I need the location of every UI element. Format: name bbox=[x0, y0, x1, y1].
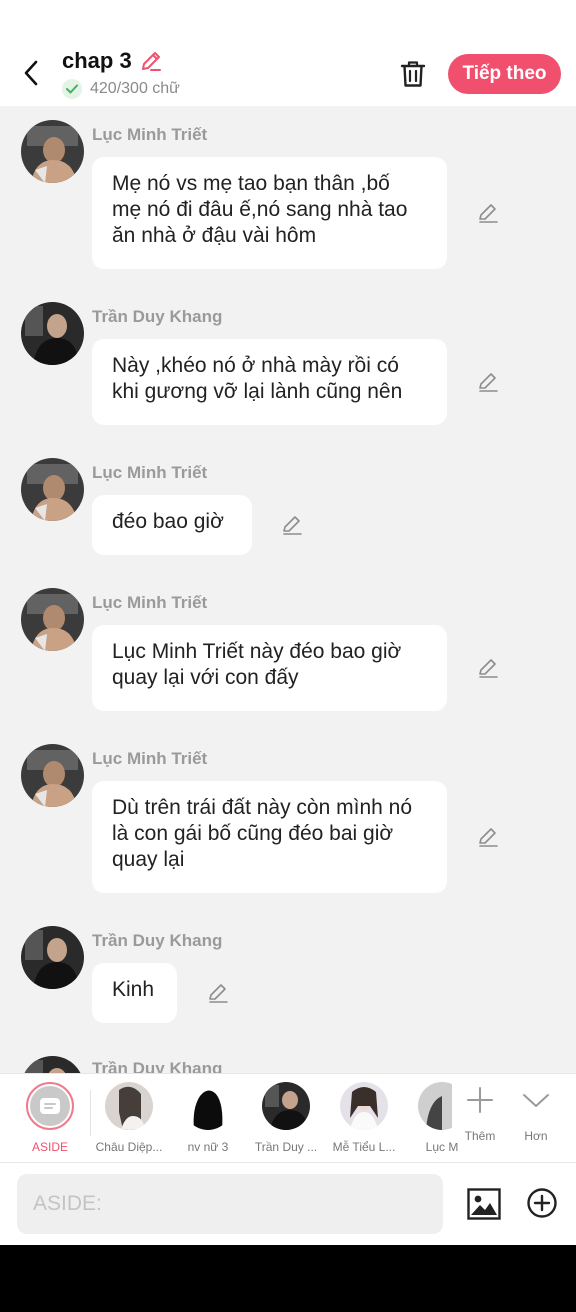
message-bubble[interactable]: Lục Minh Triết này đéo bao giờ quay lại … bbox=[92, 625, 447, 711]
chevron-left-icon bbox=[24, 60, 38, 86]
character-item[interactable]: Trần Duy ... bbox=[248, 1082, 324, 1154]
edit-message-button[interactable] bbox=[475, 655, 501, 681]
character-label: Châu Diệp... bbox=[95, 1140, 163, 1154]
speaker-name: Lục Minh Triết bbox=[92, 463, 208, 482]
speaker-name: Trần Duy Khang bbox=[92, 307, 223, 326]
character-item[interactable]: Mễ Tiểu L... bbox=[326, 1082, 402, 1154]
edit-title-button[interactable] bbox=[138, 48, 164, 74]
chapter-title-group: chap 3 bbox=[62, 48, 164, 74]
avatar[interactable] bbox=[21, 458, 84, 521]
composer bbox=[0, 1163, 576, 1245]
speaker-name: Lục Minh Triết bbox=[92, 125, 208, 144]
chevron-down-icon bbox=[523, 1094, 549, 1107]
system-nav-area bbox=[0, 1245, 576, 1312]
pencil-icon bbox=[209, 984, 228, 1003]
message-input[interactable] bbox=[17, 1174, 443, 1234]
message-bubble[interactable]: Này ,khéo nó ở nhà mày rồi có khi gương … bbox=[92, 339, 447, 425]
speaker-name: Lục Minh Triết bbox=[92, 593, 208, 612]
back-button[interactable] bbox=[16, 56, 46, 90]
add-character-button[interactable]: Thêm bbox=[452, 1084, 508, 1143]
delete-button[interactable] bbox=[396, 56, 430, 92]
top-bar: chap 3 420/300 chữ Tiếp theo bbox=[0, 0, 576, 106]
edit-message-button[interactable] bbox=[475, 369, 501, 395]
pencil-icon bbox=[479, 659, 498, 678]
aside-avatar bbox=[26, 1082, 74, 1130]
avatar bbox=[340, 1082, 388, 1130]
pencil-icon bbox=[479, 373, 498, 392]
avatar bbox=[262, 1082, 310, 1130]
more-label: Thêm bbox=[464, 1129, 496, 1143]
chapter-title: chap 3 bbox=[62, 48, 132, 73]
word-count: 420/300 chữ bbox=[90, 80, 180, 97]
pencil-icon bbox=[479, 204, 498, 223]
avatar bbox=[105, 1082, 153, 1130]
character-item[interactable]: nv nữ 3 bbox=[170, 1082, 246, 1154]
insert-image-button[interactable] bbox=[465, 1185, 503, 1223]
character-label: Mễ Tiểu L... bbox=[332, 1140, 396, 1154]
message-bubble[interactable]: đéo bao giờ bbox=[92, 495, 252, 555]
pencil-icon bbox=[283, 516, 302, 535]
collapse-label: Hơn bbox=[524, 1129, 548, 1143]
character-bar: ASIDE Châu Diệp... nv nữ 3 Trần Duy ... … bbox=[0, 1073, 576, 1163]
message-item: Trần Duy Khang bbox=[0, 1056, 576, 1073]
message-bubble[interactable]: Kinh bbox=[92, 963, 177, 1023]
speaker-name: Lục Minh Triết bbox=[92, 749, 208, 768]
speaker-name: Trần Duy Khang bbox=[92, 931, 223, 950]
pencil-icon bbox=[141, 52, 161, 71]
character-label: Trần Duy ... bbox=[254, 1140, 318, 1154]
message-bubble[interactable]: Mẹ nó vs mẹ tao bạn thân ,bố mẹ nó đi đâ… bbox=[92, 157, 447, 269]
character-item[interactable]: Châu Diệp... bbox=[91, 1082, 167, 1154]
avatar[interactable] bbox=[21, 120, 84, 183]
edit-message-button[interactable] bbox=[205, 980, 231, 1006]
edit-message-button[interactable] bbox=[279, 512, 305, 538]
word-count-row: 420/300 chữ bbox=[62, 79, 180, 99]
character-label: ASIDE bbox=[31, 1140, 68, 1154]
pencil-icon bbox=[479, 828, 498, 847]
edit-message-button[interactable] bbox=[475, 200, 501, 226]
plus-circle-icon bbox=[527, 1188, 557, 1218]
avatar[interactable] bbox=[21, 302, 84, 365]
avatar[interactable] bbox=[21, 1056, 84, 1073]
avatar[interactable] bbox=[21, 588, 84, 651]
image-icon bbox=[467, 1188, 501, 1220]
character-label: nv nữ 3 bbox=[187, 1140, 229, 1154]
plus-icon bbox=[467, 1087, 493, 1113]
expand-button[interactable]: Hơn bbox=[508, 1084, 564, 1143]
avatar[interactable] bbox=[21, 926, 84, 989]
check-icon bbox=[62, 79, 82, 99]
trash-icon bbox=[400, 61, 426, 87]
speaker-name: Trần Duy Khang bbox=[92, 1059, 223, 1073]
message-bubble[interactable]: Dù trên trái đất này còn mình nó là con … bbox=[92, 781, 447, 893]
add-button[interactable] bbox=[524, 1185, 560, 1221]
avatar[interactable] bbox=[21, 744, 84, 807]
edit-message-button[interactable] bbox=[475, 824, 501, 850]
message-square-icon bbox=[40, 1098, 60, 1114]
next-chapter-button[interactable]: Tiếp theo bbox=[448, 54, 561, 94]
character-aside[interactable]: ASIDE bbox=[12, 1082, 88, 1154]
avatar bbox=[184, 1082, 232, 1130]
